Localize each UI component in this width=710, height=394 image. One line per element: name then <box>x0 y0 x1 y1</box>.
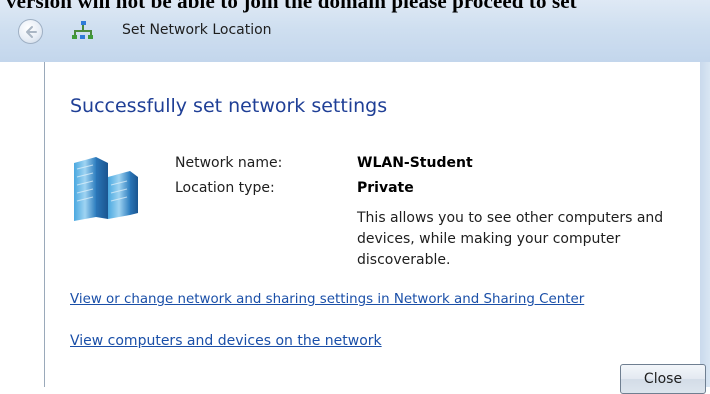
network-name-label: Network name: <box>175 155 283 171</box>
close-button[interactable]: Close <box>620 364 706 394</box>
back-button[interactable] <box>18 19 43 44</box>
location-type-label: Location type: <box>175 180 275 196</box>
location-type-value: Private <box>357 180 414 196</box>
overlay-banner-text: version will not be able to join the dom… <box>6 0 577 13</box>
page-heading: Successfully set network settings <box>70 95 388 117</box>
network-name-value: WLAN-Student <box>357 155 473 171</box>
server-building-icon <box>74 157 138 221</box>
window-title: Set Network Location <box>122 22 272 38</box>
back-arrow-icon <box>26 26 37 38</box>
network-icon <box>72 21 93 39</box>
title-bar: version will not be able to join the dom… <box>0 0 710 62</box>
location-description: This allows you to see other computers a… <box>357 210 664 268</box>
sharing-center-link[interactable]: View or change network and sharing setti… <box>70 292 584 307</box>
view-computers-link[interactable]: View computers and devices on the networ… <box>70 333 382 349</box>
